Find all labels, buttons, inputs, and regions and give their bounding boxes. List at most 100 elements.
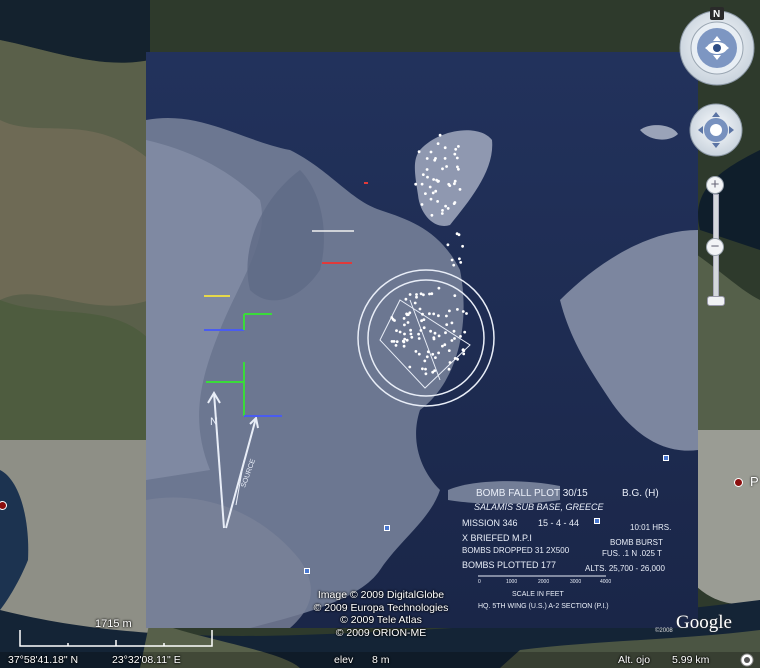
- bomb-burst-dot: [453, 152, 457, 156]
- bomb-burst-dot: [443, 343, 447, 347]
- bomb-burst-dot: [452, 202, 456, 206]
- plot-fuse: FUS. .1 N .025 T: [602, 549, 662, 558]
- placemark-blue[interactable]: [663, 455, 669, 461]
- bomb-burst-dot: [424, 192, 427, 196]
- plot-scale-tick-3: 3000: [570, 579, 581, 585]
- credit-line: © 2009 Europa Technologies: [313, 601, 449, 614]
- bomb-burst-dot: [448, 184, 452, 188]
- bomb-burst-dot: [425, 168, 429, 171]
- bomb-burst-dot: [408, 365, 412, 369]
- bomb-burst-dot: [420, 319, 423, 323]
- bomb-burst-dot: [422, 293, 425, 297]
- longitude-readout: 23°32'08.11" E: [112, 654, 181, 666]
- bomb-burst-dot: [447, 349, 451, 352]
- bomb-burst-dot: [444, 204, 447, 208]
- bomb-burst-dot: [446, 207, 450, 210]
- bomb-burst-dot: [459, 261, 463, 264]
- bomb-burst-dot: [448, 309, 451, 313]
- bomb-burst-dot: [428, 185, 432, 189]
- placemark-blue[interactable]: [384, 525, 390, 531]
- bomb-burst-dot: [445, 323, 449, 326]
- bomb-burst-dot: [421, 173, 425, 177]
- latitude-readout: 37°58'41.18" N: [8, 654, 79, 666]
- bomb-burst-dot: [461, 244, 464, 248]
- bomb-burst-dot: [437, 334, 441, 338]
- bomb-burst-dot: [456, 165, 459, 169]
- plot-alts: ALTS. 25,700 - 26,000: [585, 564, 665, 573]
- edge-label: P: [750, 474, 759, 489]
- bomb-burst-dot: [398, 330, 402, 334]
- bomb-burst-dot: [425, 355, 429, 359]
- plot-burst: BOMB BURST: [610, 538, 663, 547]
- bomb-burst-dot: [431, 352, 435, 356]
- zoom-control: + −: [706, 176, 725, 322]
- compass-north-label: N: [713, 9, 720, 20]
- zoom-in-button[interactable]: +: [706, 176, 724, 194]
- bomb-burst-dot: [458, 257, 461, 261]
- map-viewport[interactable]: N SOURCE BOMB FALL PLOT 30/15 B.G. (H) S…: [0, 0, 760, 668]
- bomb-burst-dot: [450, 258, 454, 262]
- bomb-burst-dot: [453, 337, 456, 340]
- bomb-burst-dot: [414, 350, 418, 353]
- bomb-burst-dot: [418, 307, 422, 311]
- bomb-burst-dot: [444, 331, 447, 335]
- credit-line: © 2009 Tele Atlas: [340, 614, 422, 626]
- move-joystick[interactable]: [689, 103, 743, 157]
- placemark-blue[interactable]: [594, 518, 600, 524]
- bomb-burst-dot: [461, 348, 465, 352]
- plot-scale-tick-1: 1000: [506, 579, 517, 585]
- bomb-burst-dot: [463, 330, 467, 334]
- zoom-out-button[interactable]: −: [706, 238, 724, 256]
- bomb-burst-dot: [445, 165, 448, 168]
- bomb-burst-dot: [462, 352, 466, 356]
- bomb-burst-dot: [437, 286, 441, 290]
- bomb-burst-dot: [420, 203, 424, 206]
- bomb-burst-dot: [441, 167, 444, 171]
- bomb-burst-dot: [417, 337, 421, 340]
- bomb-burst-dot: [423, 359, 427, 363]
- bomb-burst-dot: [435, 178, 438, 182]
- bomb-burst-dot: [457, 167, 460, 171]
- bomb-burst-dot: [456, 308, 459, 311]
- bomb-burst-dot: [456, 357, 459, 361]
- bomb-burst-dot: [403, 337, 407, 341]
- bomb-burst-dot: [417, 332, 420, 336]
- bomb-burst-dot: [441, 344, 444, 348]
- bomb-burst-dot: [409, 332, 413, 336]
- placemark-red[interactable]: [734, 478, 743, 487]
- plot-mission: MISSION 346: [462, 518, 518, 528]
- plot-scale-tick-2: 2000: [538, 579, 549, 585]
- bomb-burst-dot: [421, 312, 424, 316]
- bomb-burst-dot: [420, 182, 424, 186]
- bomb-burst-dot: [436, 200, 439, 203]
- bomb-burst-dot: [465, 312, 468, 315]
- bomb-burst-dot: [402, 340, 406, 344]
- zoom-thumb[interactable]: [707, 296, 725, 306]
- bomb-burst-dot: [428, 292, 431, 296]
- bomb-burst-dot: [436, 142, 440, 146]
- bomb-burst-dot: [415, 293, 418, 296]
- plot-target: SALAMIS SUB BASE, GREECE: [474, 502, 605, 512]
- bomb-burst-dot: [450, 321, 454, 325]
- bomb-burst-dot: [433, 331, 437, 335]
- plot-dropped: BOMBS DROPPED 31 2X500: [462, 546, 570, 555]
- placemark-blue[interactable]: [304, 568, 310, 574]
- credit-line: © 2009 ORION-ME: [335, 626, 427, 639]
- bomb-burst-dot: [457, 233, 461, 237]
- bomb-burst-dot: [409, 328, 412, 332]
- bomb-burst-dot: [421, 367, 424, 371]
- bomb-burst-dot: [447, 367, 451, 371]
- bomb-burst-dot: [426, 350, 430, 354]
- bomb-burst-dot: [446, 243, 450, 247]
- plot-unit: B.G. (H): [622, 488, 659, 499]
- bomb-burst-dot: [433, 369, 436, 373]
- bomb-burst-dot: [438, 133, 442, 137]
- bomb-burst-dot: [455, 156, 459, 160]
- bomb-burst-dot: [390, 316, 394, 319]
- bomb-burst-dot: [403, 332, 406, 336]
- bomb-burst-dot: [431, 191, 435, 195]
- bomb-burst-dot: [415, 295, 418, 299]
- bomb-burst-dot: [453, 182, 456, 186]
- scale-label: 1715 m: [95, 618, 132, 630]
- plot-plotted: BOMBS PLOTTED 177: [462, 560, 556, 570]
